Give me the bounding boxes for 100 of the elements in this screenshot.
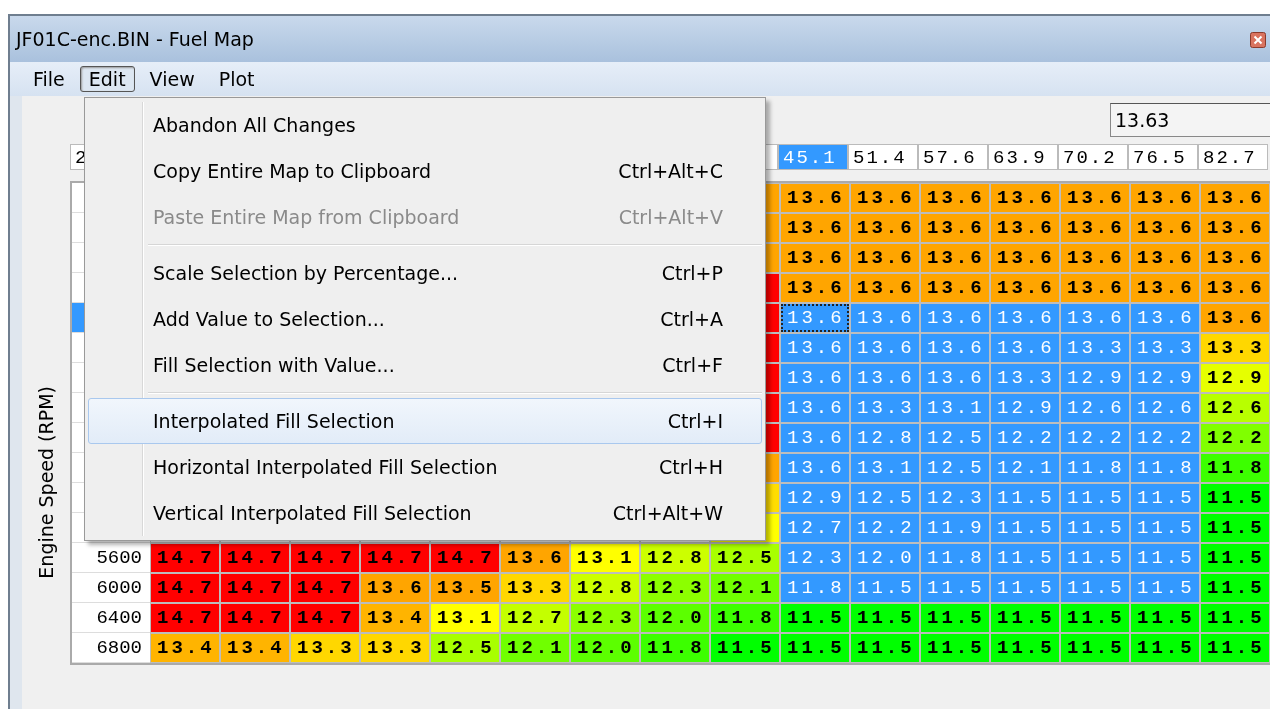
map-cell[interactable]: 13.6 [990, 273, 1060, 303]
menu-item[interactable]: Horizontal Interpolated Fill Selection Ctrl+H [88, 444, 762, 490]
map-cell[interactable]: 13.3 [500, 573, 570, 603]
map-cell[interactable]: 13.6 [850, 213, 920, 243]
map-cell[interactable]: 14.7 [150, 573, 220, 603]
map-cell[interactable]: 11.5 [1060, 633, 1130, 663]
map-cell[interactable]: 14.7 [220, 603, 290, 633]
map-cell[interactable]: 13.6 [1200, 243, 1270, 273]
map-cell[interactable]: 13.6 [1200, 303, 1270, 333]
map-cell[interactable]: 14.7 [150, 603, 220, 633]
map-cell[interactable]: 14.7 [430, 543, 500, 573]
map-cell[interactable]: 13.6 [1060, 213, 1130, 243]
map-cell[interactable]: 11.5 [1060, 603, 1130, 633]
row-header[interactable]: 5600 [72, 543, 150, 573]
column-header[interactable]: 57.6 [918, 144, 988, 170]
map-cell[interactable]: 11.5 [1200, 483, 1270, 513]
menu-item[interactable]: Interpolated Fill Selection Ctrl+I [88, 398, 762, 444]
map-cell[interactable]: 12.5 [710, 543, 780, 573]
map-cell[interactable]: 13.6 [1200, 273, 1270, 303]
map-cell[interactable]: 13.1 [570, 543, 640, 573]
map-cell[interactable]: 11.5 [1200, 513, 1270, 543]
map-cell[interactable]: 11.5 [990, 603, 1060, 633]
map-cell[interactable]: 13.6 [850, 243, 920, 273]
map-cell[interactable]: 13.6 [1130, 183, 1200, 213]
column-header[interactable]: 51.4 [848, 144, 918, 170]
map-cell[interactable]: 13.6 [990, 183, 1060, 213]
menu-item[interactable]: View [140, 66, 204, 92]
map-cell[interactable]: 11.5 [1200, 543, 1270, 573]
map-cell[interactable]: 11.8 [1200, 453, 1270, 483]
map-cell[interactable]: 13.6 [920, 273, 990, 303]
menu-item[interactable]: Abandon All Changes [88, 102, 762, 148]
menu-item[interactable]: Fill Selection with Value... Ctrl+F [88, 342, 762, 388]
menu-item[interactable]: Copy Entire Map to Clipboard Ctrl+Alt+C [88, 148, 762, 194]
map-cell[interactable]: 13.6 [1060, 273, 1130, 303]
map-cell[interactable]: 13.6 [1060, 183, 1130, 213]
map-cell[interactable]: 12.9 [1200, 363, 1270, 393]
map-cell[interactable]: 13.6 [780, 183, 850, 213]
map-cell[interactable]: 14.7 [220, 543, 290, 573]
map-cell[interactable]: 13.6 [1200, 183, 1270, 213]
map-cell[interactable]: 13.6 [920, 213, 990, 243]
row-header[interactable]: 6000 [72, 573, 150, 603]
map-cell[interactable]: 13.6 [1130, 213, 1200, 243]
map-cell[interactable]: 14.7 [290, 573, 360, 603]
map-cell[interactable]: 11.5 [780, 603, 850, 633]
map-cell[interactable]: 12.8 [640, 543, 710, 573]
map-cell[interactable]: 13.3 [1200, 333, 1270, 363]
map-cell[interactable]: 11.8 [710, 603, 780, 633]
map-cell[interactable]: 13.1 [430, 603, 500, 633]
menu-item[interactable]: Edit [79, 66, 135, 92]
menu-item[interactable]: File [24, 66, 74, 92]
map-cell[interactable]: 11.5 [1200, 633, 1270, 663]
column-header[interactable]: 70.2 [1058, 144, 1128, 170]
value-field[interactable]: 13.63 [1110, 103, 1270, 137]
map-cell[interactable]: 13.4 [220, 633, 290, 663]
map-cell[interactable]: 14.7 [360, 543, 430, 573]
map-cell[interactable]: 12.3 [570, 603, 640, 633]
column-header[interactable]: 76.5 [1128, 144, 1198, 170]
map-cell[interactable]: 11.5 [850, 633, 920, 663]
map-cell[interactable]: 13.6 [990, 213, 1060, 243]
map-cell[interactable]: 12.0 [570, 633, 640, 663]
map-cell[interactable]: 13.4 [150, 633, 220, 663]
map-cell[interactable]: 11.5 [1200, 573, 1270, 603]
map-cell[interactable]: 14.7 [150, 543, 220, 573]
map-cell[interactable]: 13.3 [290, 633, 360, 663]
map-cell[interactable]: 11.5 [920, 633, 990, 663]
map-cell[interactable]: 13.6 [850, 183, 920, 213]
map-cell[interactable]: 11.5 [920, 603, 990, 633]
map-cell[interactable]: 13.6 [850, 273, 920, 303]
menu-item[interactable]: Add Value to Selection... Ctrl+A [88, 296, 762, 342]
row-header[interactable]: 6800 [72, 633, 150, 663]
map-cell[interactable]: 12.1 [710, 573, 780, 603]
map-cell[interactable]: 13.6 [1200, 213, 1270, 243]
map-cell[interactable]: 13.3 [360, 633, 430, 663]
map-cell[interactable]: 11.5 [780, 633, 850, 663]
map-cell[interactable]: 13.6 [1130, 243, 1200, 273]
map-cell[interactable]: 11.5 [1130, 603, 1200, 633]
map-cell[interactable]: 13.6 [920, 183, 990, 213]
menu-item[interactable]: Plot [209, 66, 264, 92]
column-header[interactable]: 63.9 [988, 144, 1058, 170]
map-cell[interactable]: 11.5 [850, 603, 920, 633]
map-cell[interactable]: 11.5 [990, 633, 1060, 663]
map-cell[interactable]: 12.5 [430, 633, 500, 663]
close-icon[interactable] [1250, 32, 1266, 48]
map-cell[interactable]: 12.3 [640, 573, 710, 603]
column-header[interactable]: 82.7 [1198, 144, 1268, 170]
map-cell[interactable]: 14.7 [220, 573, 290, 603]
map-cell[interactable]: 13.6 [1060, 243, 1130, 273]
map-cell[interactable]: 13.6 [360, 573, 430, 603]
map-cell[interactable]: 14.7 [290, 603, 360, 633]
map-cell[interactable]: 13.6 [500, 543, 570, 573]
map-cell[interactable]: 12.1 [500, 633, 570, 663]
map-cell[interactable]: 12.7 [500, 603, 570, 633]
map-cell[interactable]: 11.5 [710, 633, 780, 663]
map-cell[interactable]: 11.5 [1130, 633, 1200, 663]
map-cell[interactable]: 13.5 [430, 573, 500, 603]
map-cell[interactable]: 11.5 [1200, 603, 1270, 633]
map-cell[interactable]: 13.6 [920, 243, 990, 273]
map-cell[interactable]: 13.6 [780, 243, 850, 273]
map-cell[interactable]: 13.6 [990, 243, 1060, 273]
map-cell[interactable]: 13.6 [1130, 273, 1200, 303]
